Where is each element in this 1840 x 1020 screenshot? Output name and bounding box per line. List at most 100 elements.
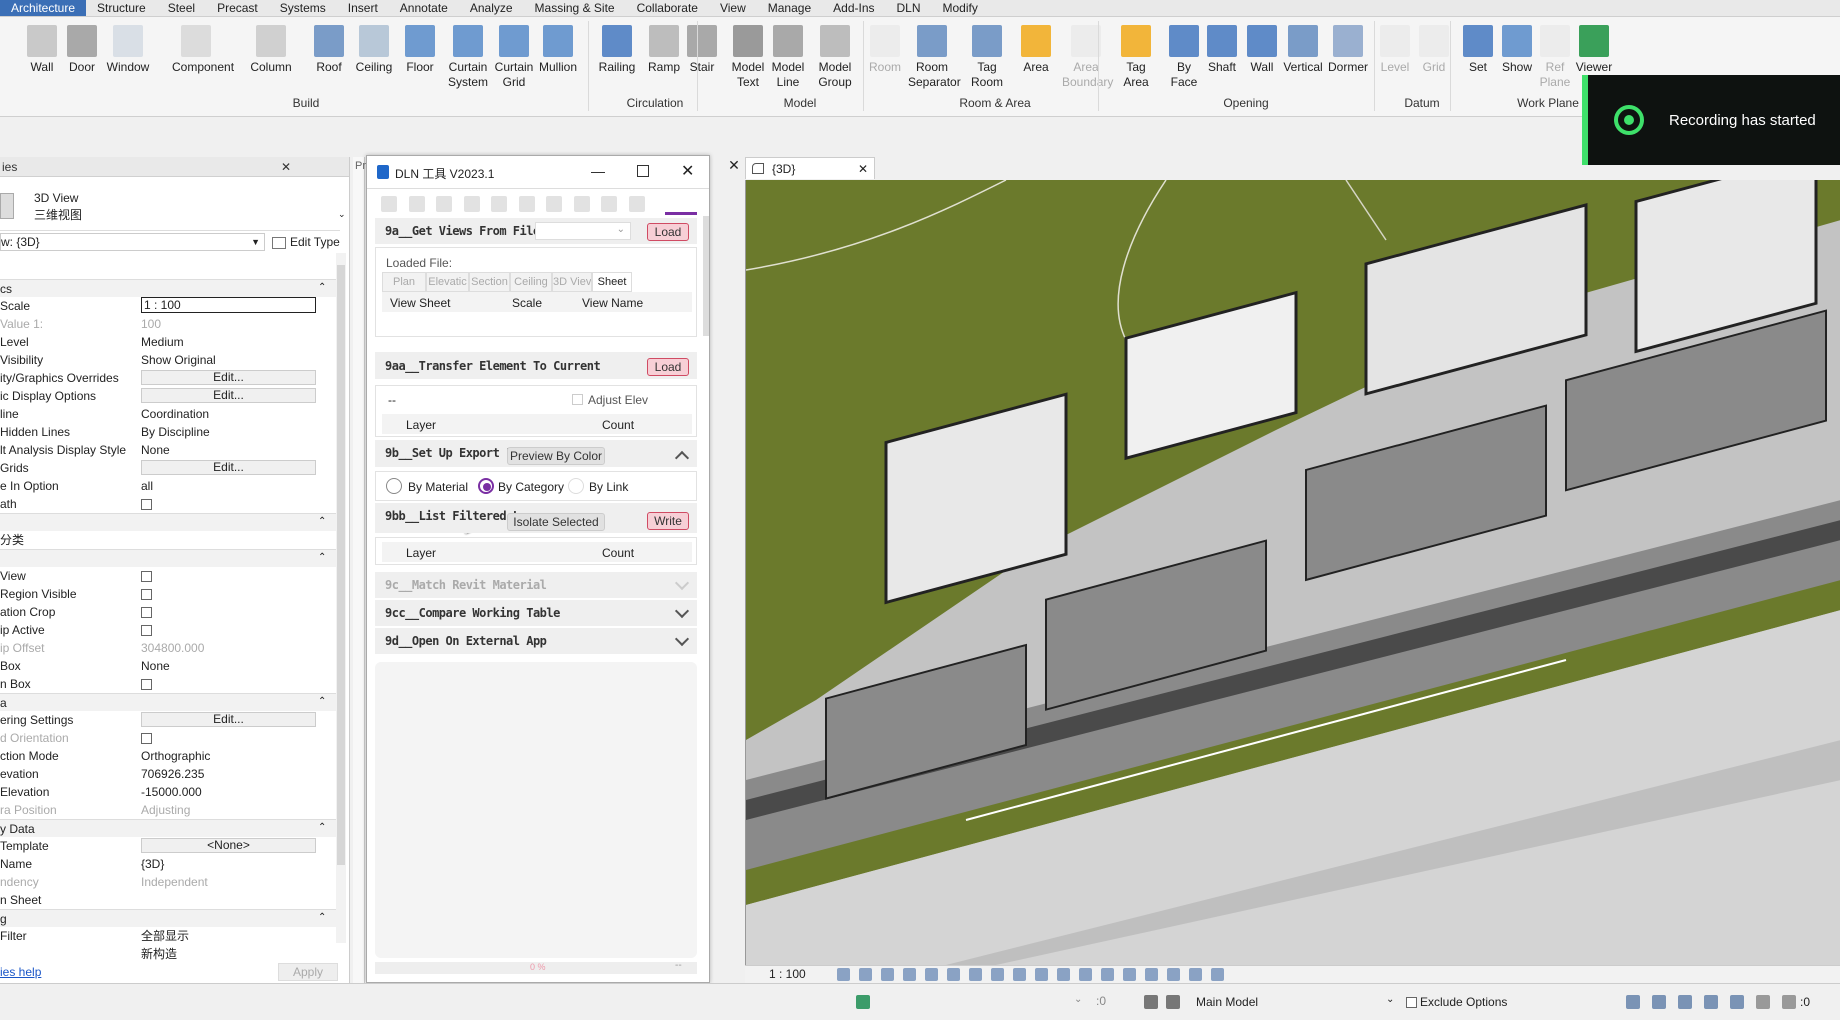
chevron-up-icon[interactable]: ⌃	[318, 912, 326, 923]
tool-icon[interactable]	[601, 196, 617, 212]
ribbon-button-room-separator[interactable]: Room Separator	[908, 25, 961, 90]
ribbon-tab-add-ins[interactable]: Add-Ins	[822, 0, 885, 16]
property-group-header[interactable]: ⌃	[0, 549, 340, 567]
close-icon[interactable]: ✕	[281, 157, 291, 177]
view-tab-sheet[interactable]: Sheet	[592, 272, 632, 292]
view-control-icon[interactable]	[1035, 968, 1048, 981]
view-tab-elevatic[interactable]: Elevatic	[426, 272, 469, 292]
tool-icon[interactable]	[573, 196, 590, 212]
view-scale[interactable]: 1 : 100	[769, 967, 806, 981]
property-group-header[interactable]: y Data ⌃	[0, 819, 340, 837]
property-group-header[interactable]: cs ⌃	[0, 279, 340, 297]
close-icon[interactable]: ✕	[858, 158, 868, 180]
active-model[interactable]: Main Model	[1196, 995, 1258, 1009]
ribbon-tab-precast[interactable]: Precast	[206, 0, 269, 16]
ribbon-tab-view[interactable]: View	[709, 0, 757, 16]
ribbon-tab-massing-site[interactable]: Massing & Site	[524, 0, 626, 16]
select-links-icon[interactable]	[1626, 995, 1640, 1009]
ribbon-button-floor[interactable]: Floor	[396, 25, 444, 75]
properties-scrollbar[interactable]	[336, 253, 346, 943]
view-instance-selector[interactable]: w: {3D} ▼	[0, 233, 265, 251]
ribbon-tab-analyze[interactable]: Analyze	[459, 0, 524, 16]
ribbon-button-component[interactable]: Component	[172, 25, 234, 75]
ribbon-button-door[interactable]: Door	[58, 25, 106, 75]
section-9d[interactable]: 9d__Open On External App	[375, 628, 697, 654]
view-control-icon[interactable]	[1101, 968, 1114, 981]
chevron-down-icon[interactable]	[674, 603, 690, 619]
chevron-down-icon[interactable]	[674, 631, 690, 647]
load-transfer-button[interactable]: Load	[647, 358, 689, 376]
apply-button[interactable]: Apply	[278, 963, 338, 981]
ribbon-button-stair[interactable]: Stair	[678, 25, 726, 75]
type-selector[interactable]: 3D View 三维视图 ⌄	[0, 179, 346, 231]
view-control-icon[interactable]	[837, 968, 850, 981]
property-group-header[interactable]: a ⌃	[0, 693, 340, 711]
tool-icon[interactable]	[628, 196, 645, 212]
ribbon-tab-modify[interactable]: Modify	[932, 0, 989, 16]
chevron-up-icon[interactable]: ⌃	[318, 552, 326, 563]
tool-icon[interactable]	[408, 196, 425, 212]
view-control-icon[interactable]	[991, 968, 1004, 981]
property-checkbox[interactable]	[141, 603, 316, 621]
chevron-down-icon[interactable]: ⌄	[1386, 994, 1394, 1005]
project-browser-stub[interactable]: Pr	[353, 157, 366, 983]
property-group-header[interactable]: g ⌃	[0, 909, 340, 927]
sync-icon[interactable]	[856, 995, 870, 1009]
chevron-up-icon[interactable]: ⌃	[318, 822, 326, 833]
checkbox[interactable]	[141, 733, 152, 745]
ribbon-button-room[interactable]: Room	[861, 25, 909, 75]
dln-titlebar[interactable]: DLN 工具 V2023.1 — ✕	[367, 156, 709, 189]
view-control-icon[interactable]	[859, 968, 872, 981]
view-control-icon[interactable]	[881, 968, 894, 981]
section-9cc[interactable]: 9cc__Compare Working Table	[375, 600, 697, 626]
property-checkbox[interactable]	[141, 567, 316, 585]
close-icon[interactable]: ✕	[681, 161, 694, 181]
tool-icon[interactable]	[463, 196, 480, 212]
ribbon-button-dormer[interactable]: Dormer	[1324, 25, 1372, 75]
radio-by-category[interactable]	[478, 478, 494, 494]
tool-icon[interactable]	[436, 196, 452, 212]
view-control-icon[interactable]	[1167, 968, 1180, 981]
radio-by-material[interactable]	[386, 478, 402, 494]
select-pinned-icon[interactable]	[1678, 995, 1692, 1009]
property-group-header[interactable]: ⌃	[0, 513, 340, 531]
view-control-icon[interactable]	[969, 968, 982, 981]
chevron-up-icon[interactable]	[674, 450, 690, 466]
chevron-up-icon[interactable]: ⌃	[318, 282, 326, 293]
ribbon-button-mullion[interactable]: Mullion	[534, 25, 582, 75]
view-tab-3d-viev[interactable]: 3D Viev	[552, 272, 592, 292]
ribbon-button-column[interactable]: Column	[247, 25, 295, 75]
checkbox[interactable]	[572, 394, 583, 406]
load-views-button[interactable]: Load	[647, 223, 689, 241]
ribbon-button-vertical[interactable]: Vertical	[1279, 25, 1327, 75]
ribbon-tab-annotate[interactable]: Annotate	[389, 0, 459, 16]
edit-type-button[interactable]: Edit Type	[272, 233, 340, 251]
tool-icon[interactable]	[491, 196, 507, 212]
ribbon-tab-steel[interactable]: Steel	[157, 0, 206, 16]
property-checkbox[interactable]	[141, 729, 316, 747]
view-control-icon[interactable]	[925, 968, 938, 981]
property-value[interactable]: 1 : 100	[141, 297, 316, 313]
properties-help-link[interactable]: ies help	[0, 965, 41, 979]
ribbon-button-tag-area[interactable]: Tag Area	[1112, 25, 1160, 90]
section-9bb[interactable]: 9bb__List Filtered Layers Isolate Select…	[375, 503, 697, 533]
ribbon-tab-architecture[interactable]: Architecture	[0, 0, 87, 16]
ribbon-button-railing[interactable]: Railing	[593, 25, 641, 75]
property-checkbox[interactable]	[141, 675, 316, 693]
close-icon[interactable]: ✕	[724, 157, 744, 177]
drag-elements-icon[interactable]	[1730, 995, 1744, 1009]
property-checkbox[interactable]	[141, 621, 316, 639]
3d-viewport[interactable]	[745, 180, 1840, 965]
ribbon-button-viewer[interactable]: Viewer	[1570, 25, 1618, 75]
checkbox[interactable]	[141, 571, 152, 583]
filter-icon[interactable]	[1782, 995, 1796, 1009]
view-tab-ceiling[interactable]: Ceiling	[510, 272, 552, 292]
section-9aa[interactable]: 9aa__Transfer Element To Current Load	[375, 352, 697, 379]
edit-button[interactable]: Edit...	[141, 370, 316, 385]
tool-icon[interactable]	[518, 196, 535, 212]
ribbon-tab-dln[interactable]: DLN	[886, 0, 932, 16]
checkbox[interactable]	[141, 589, 152, 601]
background-process-icon[interactable]	[1756, 995, 1770, 1009]
ribbon-button-roof[interactable]: Roof	[305, 25, 353, 75]
ribbon-tab-systems[interactable]: Systems	[269, 0, 337, 16]
